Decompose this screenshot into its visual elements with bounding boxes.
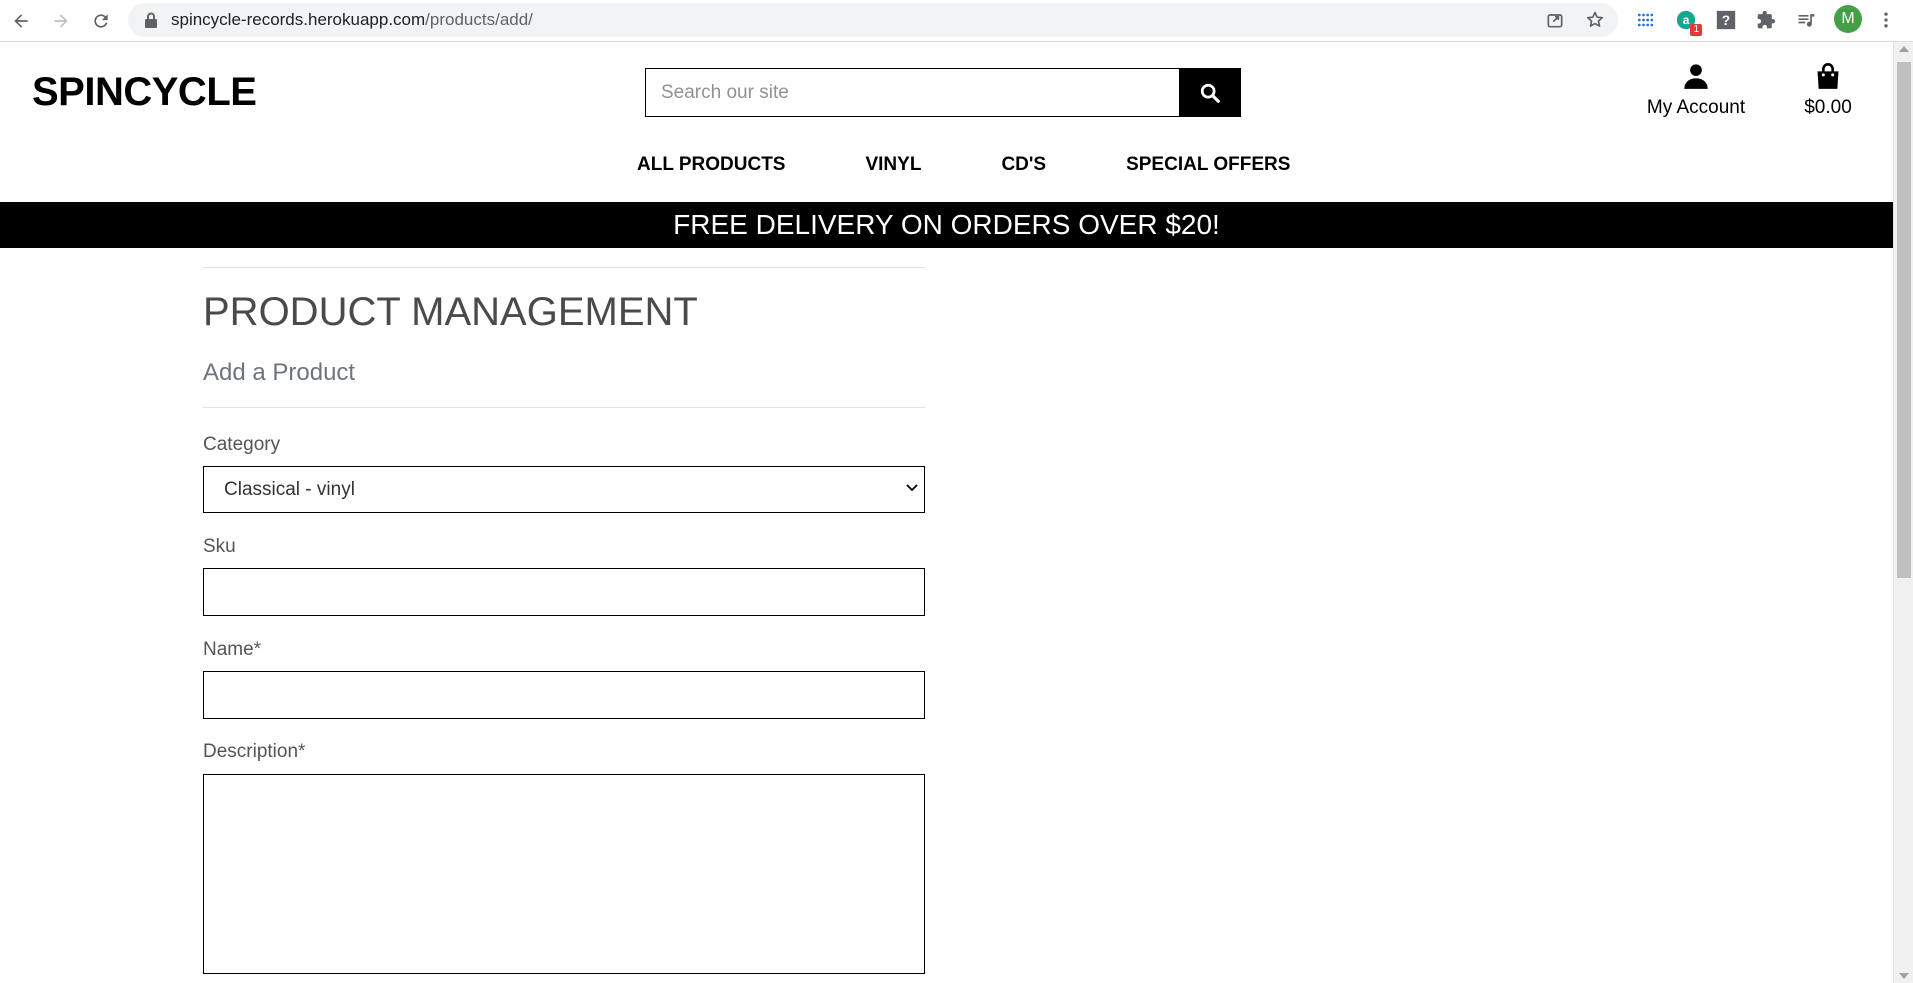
extension-badge: 1 [1690,24,1702,36]
question-icon: ? [1716,10,1736,30]
nav-special-offers[interactable]: SPECIAL OFFERS [1126,154,1290,176]
description-textarea[interactable] [203,774,925,974]
address-bar[interactable]: spincycle-records.herokuapp.com/products… [128,3,1618,37]
sku-label: Sku [203,536,236,557]
name-label: Name* [203,639,262,660]
shopping-bag-icon [1817,63,1839,89]
category-label: Category [203,434,281,455]
category-select[interactable]: Classical - vinyl [203,466,925,513]
my-account-label: My Account [1646,97,1746,118]
top-divider [203,267,925,268]
page-content: SPINCYCLE My Account $0.00 ALL PRODUCTS … [0,42,1893,983]
forward-button[interactable] [46,6,76,36]
svg-text:a: a [1683,13,1690,27]
scroll-down-arrow-icon[interactable] [1899,973,1909,979]
profile-avatar[interactable]: M [1834,5,1862,33]
arrow-right-icon [54,14,68,28]
scrollbar-thumb[interactable] [1897,62,1911,578]
star-icon [1586,11,1604,27]
bookmark-button[interactable] [1584,9,1606,31]
page-subtitle: Add a Product [203,359,356,386]
user-icon [1684,64,1708,89]
apps-extension[interactable] [1632,6,1660,34]
search-button[interactable] [1179,69,1240,116]
my-account-link[interactable]: My Account [1640,62,1752,119]
svg-text:?: ? [1722,13,1730,28]
back-button[interactable] [6,6,36,36]
category-selected-value: Classical - vinyl [224,478,355,500]
bag-total: $0.00 [1804,97,1852,118]
browser-menu-button[interactable] [1872,6,1900,34]
help-extension[interactable]: ? [1712,6,1740,34]
search-icon [1200,83,1220,103]
extensions-button[interactable] [1752,6,1780,34]
nav-cds[interactable]: CD'S [1001,154,1046,176]
main-navigation: ALL PRODUCTS VINYL CD'S SPECIAL OFFERS [637,154,1290,176]
chevron-down-icon [906,484,918,492]
subtitle-divider [203,407,925,408]
delivery-banner: FREE DELIVERY ON ORDERS OVER $20! [0,202,1893,248]
name-input[interactable] [203,671,925,719]
share-button[interactable] [1544,9,1566,31]
scroll-up-arrow-icon[interactable] [1899,46,1909,52]
media-control-button[interactable] [1792,6,1820,34]
shopping-bag-link[interactable]: $0.00 [1796,62,1860,119]
arrow-left-icon [14,14,28,28]
site-logo[interactable]: SPINCYCLE [32,70,257,115]
page-title: PRODUCT MANAGEMENT [203,290,698,334]
grid-dots-icon [1638,13,1654,27]
lock-icon [145,12,157,28]
sku-input[interactable] [203,568,925,616]
url-path: /products/add/ [425,10,533,29]
reload-button[interactable] [86,6,116,36]
search-input[interactable] [646,69,1179,116]
puzzle-icon [1757,10,1776,29]
search-form [645,68,1241,117]
nav-vinyl[interactable]: VINYL [865,154,921,176]
browser-toolbar: spincycle-records.herokuapp.com/products… [0,0,1913,42]
kebab-menu-icon [1884,12,1888,28]
grammar-extension[interactable]: a 1 [1672,6,1702,36]
page-scrollbar[interactable] [1893,42,1913,983]
share-icon [1547,14,1563,28]
product-management-form: PRODUCT MANAGEMENT Add a Product Categor… [203,267,925,979]
nav-all-products[interactable]: ALL PRODUCTS [637,154,785,176]
url-host: spincycle-records.herokuapp.com [171,10,426,29]
description-label: Description* [203,741,306,762]
playlist-music-icon [1798,14,1815,27]
url-text: spincycle-records.herokuapp.com/products… [171,10,533,30]
reload-icon [94,14,108,28]
